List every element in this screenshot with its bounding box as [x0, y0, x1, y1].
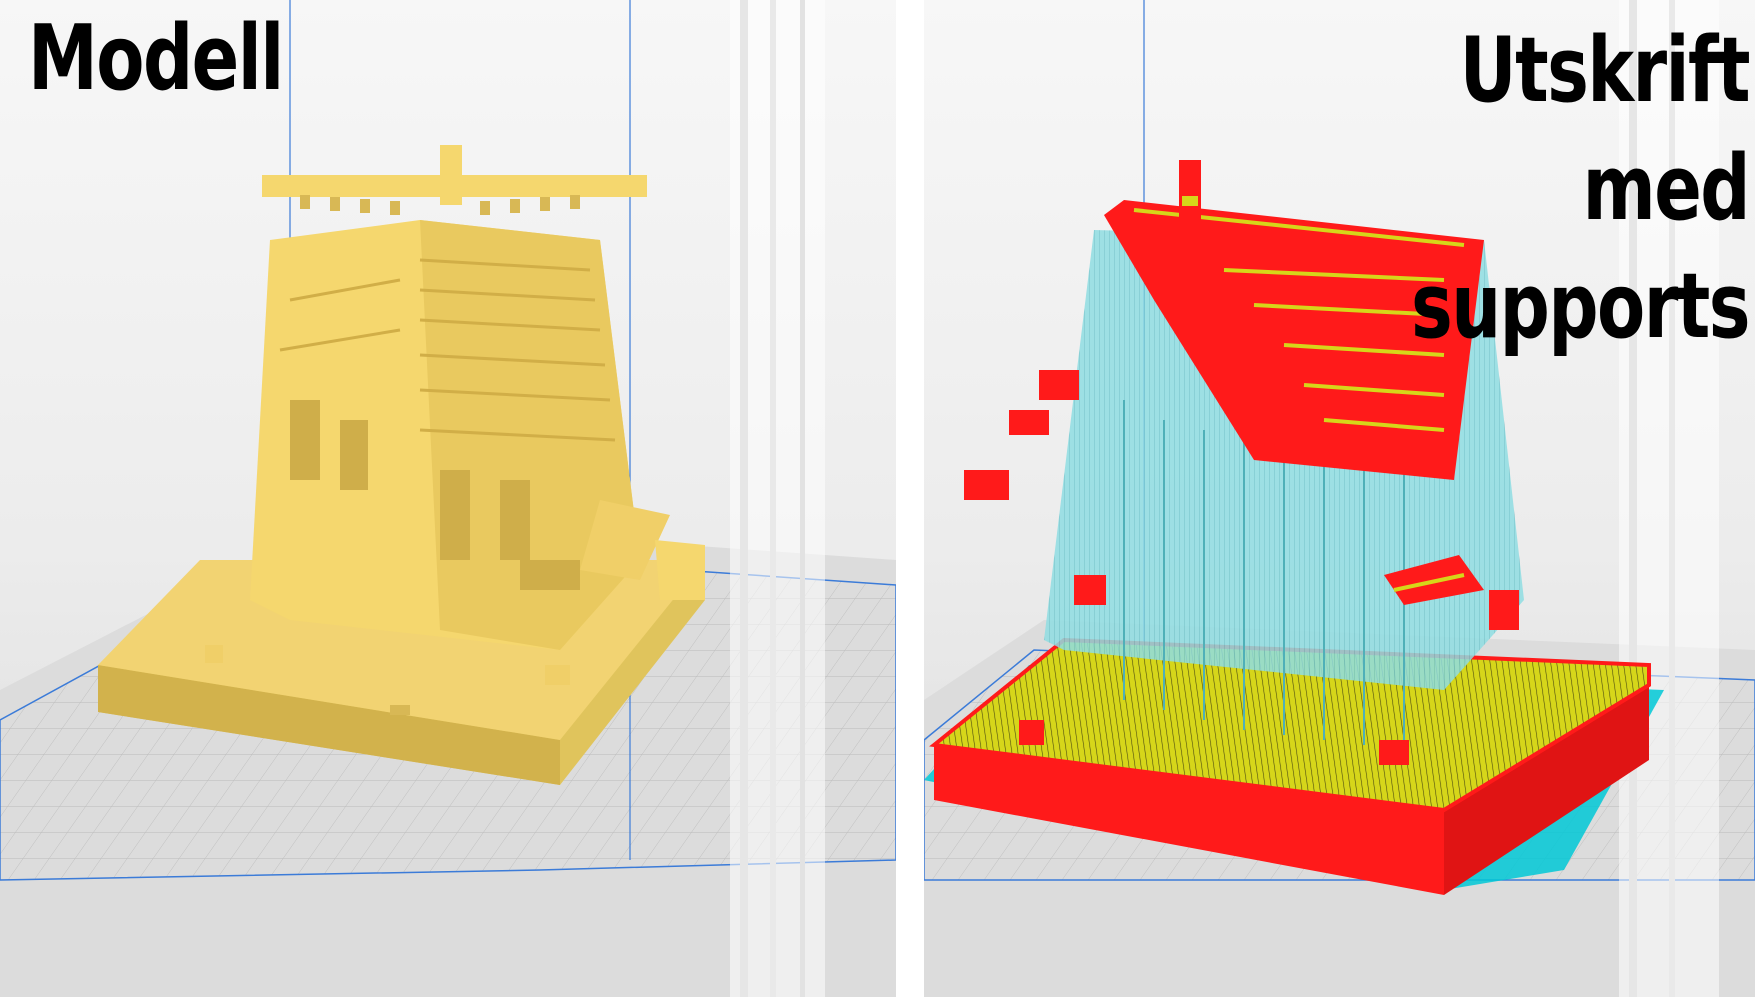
model-house — [98, 145, 705, 785]
prime-tower-ghost — [730, 0, 825, 997]
sliced-viewport-panel[interactable]: Utskrift med supports — [924, 0, 1755, 997]
model-viewport-panel[interactable]: Modell — [0, 0, 896, 997]
panel-title-model: Modell — [28, 6, 284, 111]
panel-title-sliced: Utskrift med supports — [1411, 18, 1751, 359]
model-3d-viewport[interactable] — [0, 0, 896, 997]
panel-divider — [896, 0, 924, 997]
